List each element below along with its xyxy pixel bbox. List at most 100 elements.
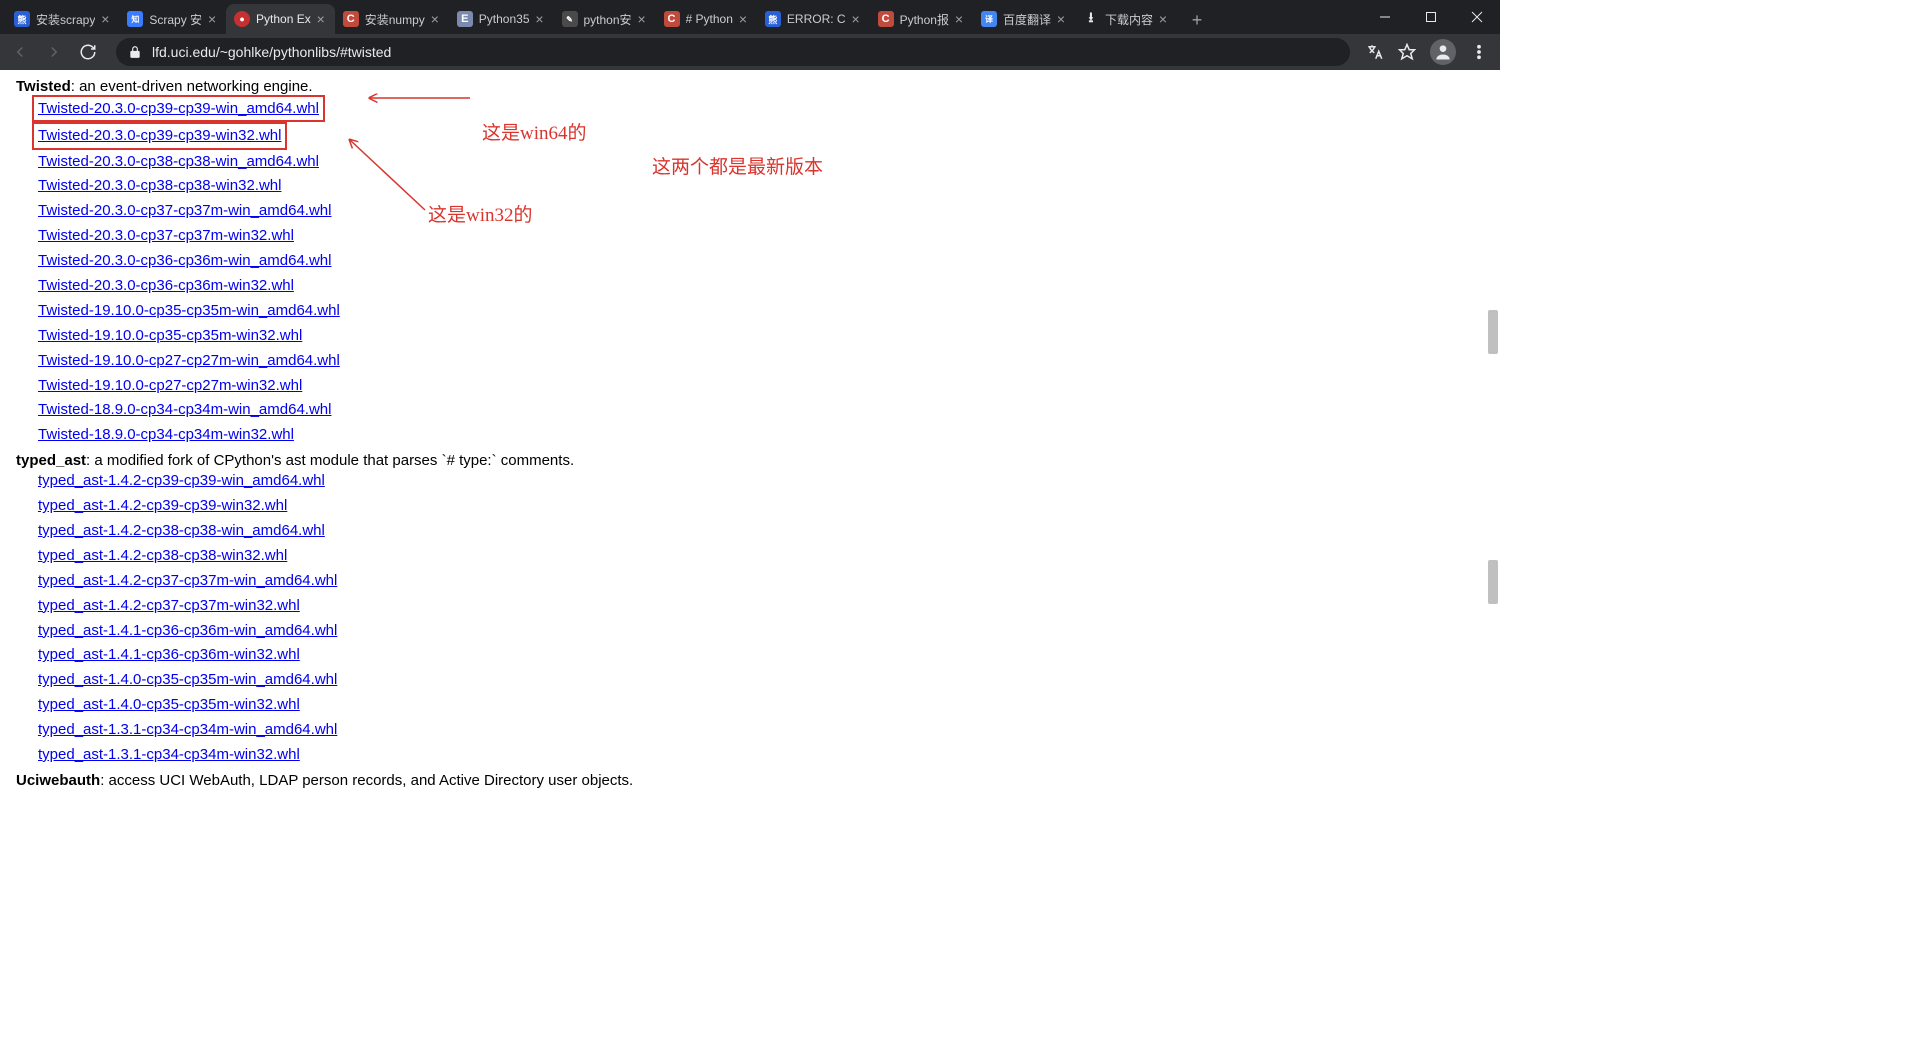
download-link[interactable]: Twisted-20.3.0-cp37-cp37m-win32.whl	[38, 227, 294, 244]
tab-title: 下载内容	[1105, 11, 1153, 28]
favicon: ⭳	[1083, 11, 1099, 27]
download-link[interactable]: typed_ast-1.4.2-cp37-cp37m-win_amd64.whl	[38, 572, 337, 589]
package-desc: : an event-driven networking engine.	[71, 78, 313, 95]
browser-tab-4[interactable]: E Python35 ×	[449, 4, 554, 34]
download-link[interactable]: Twisted-19.10.0-cp35-cp35m-win_amd64.whl	[38, 302, 340, 319]
download-link[interactable]: typed_ast-1.3.1-cp34-cp34m-win_amd64.whl	[38, 721, 337, 738]
browser-tab-8[interactable]: C Python报 ×	[870, 4, 973, 34]
download-link[interactable]: typed_ast-1.4.2-cp39-cp39-win32.whl	[38, 497, 287, 514]
annotation-win32: 这是win32的	[428, 200, 533, 227]
favicon: C	[664, 11, 680, 27]
download-link[interactable]: Twisted-18.9.0-cp34-cp34m-win_amd64.whl	[38, 401, 331, 418]
tab-title: Python35	[479, 12, 530, 26]
tab-title: python安	[584, 11, 632, 28]
minimize-button[interactable]	[1362, 0, 1408, 34]
page-scrollbar[interactable]	[1486, 70, 1500, 812]
download-link[interactable]: typed_ast-1.4.2-cp39-cp39-win_amd64.whl	[38, 472, 325, 489]
favicon: C	[878, 11, 894, 27]
close-tab-icon[interactable]: ×	[313, 11, 329, 27]
download-link[interactable]: Twisted-20.3.0-cp39-cp39-win_amd64.whl	[32, 95, 325, 122]
annotation-win64: 这是win64的	[482, 118, 587, 145]
favicon: ●	[234, 11, 250, 27]
browser-tab-10[interactable]: ⭳ 下载内容 ×	[1075, 4, 1177, 34]
browser-tab-6[interactable]: C # Python ×	[656, 4, 757, 34]
download-link[interactable]: Twisted-19.10.0-cp27-cp27m-win_amd64.whl	[38, 352, 340, 369]
close-tab-icon[interactable]: ×	[1053, 11, 1069, 27]
close-tab-icon[interactable]: ×	[1155, 11, 1171, 27]
tab-title: Python Ex	[256, 12, 311, 26]
forward-button[interactable]	[42, 40, 66, 64]
close-tab-icon[interactable]: ×	[735, 11, 751, 27]
tab-strip: 熊 安装scrapy × 知 Scrapy 安 × ● Python Ex × …	[0, 0, 1500, 34]
lock-icon	[128, 45, 142, 59]
browser-chrome: 熊 安装scrapy × 知 Scrapy 安 × ● Python Ex × …	[0, 0, 1500, 70]
file-list: typed_ast-1.4.2-cp39-cp39-win_amd64.whlt…	[16, 469, 1470, 768]
address-bar: lfd.uci.edu/~gohlke/pythonlibs/#twisted	[0, 34, 1500, 70]
package-name: typed_ast	[16, 452, 86, 469]
download-link[interactable]: typed_ast-1.4.1-cp36-cp36m-win32.whl	[38, 646, 300, 663]
reload-button[interactable]	[76, 40, 100, 64]
window-controls	[1362, 0, 1500, 34]
url-text: lfd.uci.edu/~gohlke/pythonlibs/#twisted	[152, 44, 391, 60]
profile-avatar[interactable]	[1430, 39, 1456, 65]
download-link[interactable]: Twisted-20.3.0-cp38-cp38-win_amd64.whl	[38, 153, 319, 170]
download-link[interactable]: Twisted-18.9.0-cp34-cp34m-win32.whl	[38, 426, 294, 443]
tab-title: # Python	[686, 12, 733, 26]
package-desc: : a modified fork of CPython's ast modul…	[86, 452, 574, 469]
menu-kebab-icon[interactable]	[1470, 43, 1488, 61]
favicon: 译	[981, 11, 997, 27]
close-tab-icon[interactable]: ×	[427, 11, 443, 27]
package-section: Uciwebauth: access UCI WebAuth, LDAP per…	[16, 772, 1470, 789]
omnibox[interactable]: lfd.uci.edu/~gohlke/pythonlibs/#twisted	[116, 38, 1350, 66]
favicon: ✎	[562, 11, 578, 27]
file-list: Twisted-20.3.0-cp39-cp39-win_amd64.whlTw…	[16, 95, 1470, 448]
favicon: 熊	[765, 11, 781, 27]
package-section: typed_ast: a modified fork of CPython's …	[16, 452, 1470, 768]
close-tab-icon[interactable]: ×	[951, 11, 967, 27]
close-tab-icon[interactable]: ×	[97, 11, 113, 27]
back-button[interactable]	[8, 40, 32, 64]
close-window-button[interactable]	[1454, 0, 1500, 34]
browser-tab-1[interactable]: 知 Scrapy 安 ×	[119, 4, 226, 34]
download-link[interactable]: Twisted-20.3.0-cp36-cp36m-win32.whl	[38, 277, 294, 294]
tab-title: ERROR: C	[787, 12, 846, 26]
close-tab-icon[interactable]: ×	[204, 11, 220, 27]
download-link[interactable]: Twisted-20.3.0-cp37-cp37m-win_amd64.whl	[38, 202, 331, 219]
package-name: Twisted	[16, 78, 71, 95]
annotation-both-latest: 这两个都是最新版本	[652, 152, 823, 179]
download-link[interactable]: typed_ast-1.4.1-cp36-cp36m-win_amd64.whl	[38, 622, 337, 639]
browser-tab-7[interactable]: 熊 ERROR: C ×	[757, 4, 870, 34]
download-link[interactable]: Twisted-19.10.0-cp27-cp27m-win32.whl	[38, 377, 302, 394]
browser-tab-5[interactable]: ✎ python安 ×	[554, 4, 656, 34]
tab-title: 安装scrapy	[36, 11, 95, 28]
bookmark-star-icon[interactable]	[1398, 43, 1416, 61]
download-link[interactable]: Twisted-20.3.0-cp39-cp39-win32.whl	[32, 122, 287, 149]
toolbar-right	[1366, 39, 1492, 65]
download-link[interactable]: typed_ast-1.3.1-cp34-cp34m-win32.whl	[38, 746, 300, 763]
close-tab-icon[interactable]: ×	[848, 11, 864, 27]
translate-icon[interactable]	[1366, 43, 1384, 61]
close-tab-icon[interactable]: ×	[634, 11, 650, 27]
maximize-button[interactable]	[1408, 0, 1454, 34]
page-content: Twisted: an event-driven networking engi…	[0, 70, 1486, 812]
download-link[interactable]: typed_ast-1.4.2-cp38-cp38-win_amd64.whl	[38, 522, 325, 539]
browser-tab-9[interactable]: 译 百度翻译 ×	[973, 4, 1075, 34]
download-link[interactable]: typed_ast-1.4.0-cp35-cp35m-win_amd64.whl	[38, 671, 337, 688]
download-link[interactable]: typed_ast-1.4.2-cp37-cp37m-win32.whl	[38, 597, 300, 614]
tab-title: 安装numpy	[365, 11, 425, 28]
tab-title: Scrapy 安	[149, 11, 202, 28]
tab-title: 百度翻译	[1003, 11, 1051, 28]
new-tab-button[interactable]: +	[1183, 6, 1211, 34]
download-link[interactable]: Twisted-19.10.0-cp35-cp35m-win32.whl	[38, 327, 302, 344]
package-section: Twisted: an event-driven networking engi…	[16, 78, 1470, 448]
browser-tab-3[interactable]: C 安装numpy ×	[335, 4, 449, 34]
download-link[interactable]: Twisted-20.3.0-cp36-cp36m-win_amd64.whl	[38, 252, 331, 269]
browser-tab-2[interactable]: ● Python Ex ×	[226, 4, 335, 34]
download-link[interactable]: typed_ast-1.4.0-cp35-cp35m-win32.whl	[38, 696, 300, 713]
download-link[interactable]: Twisted-20.3.0-cp38-cp38-win32.whl	[38, 177, 281, 194]
close-tab-icon[interactable]: ×	[532, 11, 548, 27]
favicon: 熊	[14, 11, 30, 27]
browser-tab-0[interactable]: 熊 安装scrapy ×	[6, 4, 119, 34]
favicon: C	[343, 11, 359, 27]
download-link[interactable]: typed_ast-1.4.2-cp38-cp38-win32.whl	[38, 547, 287, 564]
